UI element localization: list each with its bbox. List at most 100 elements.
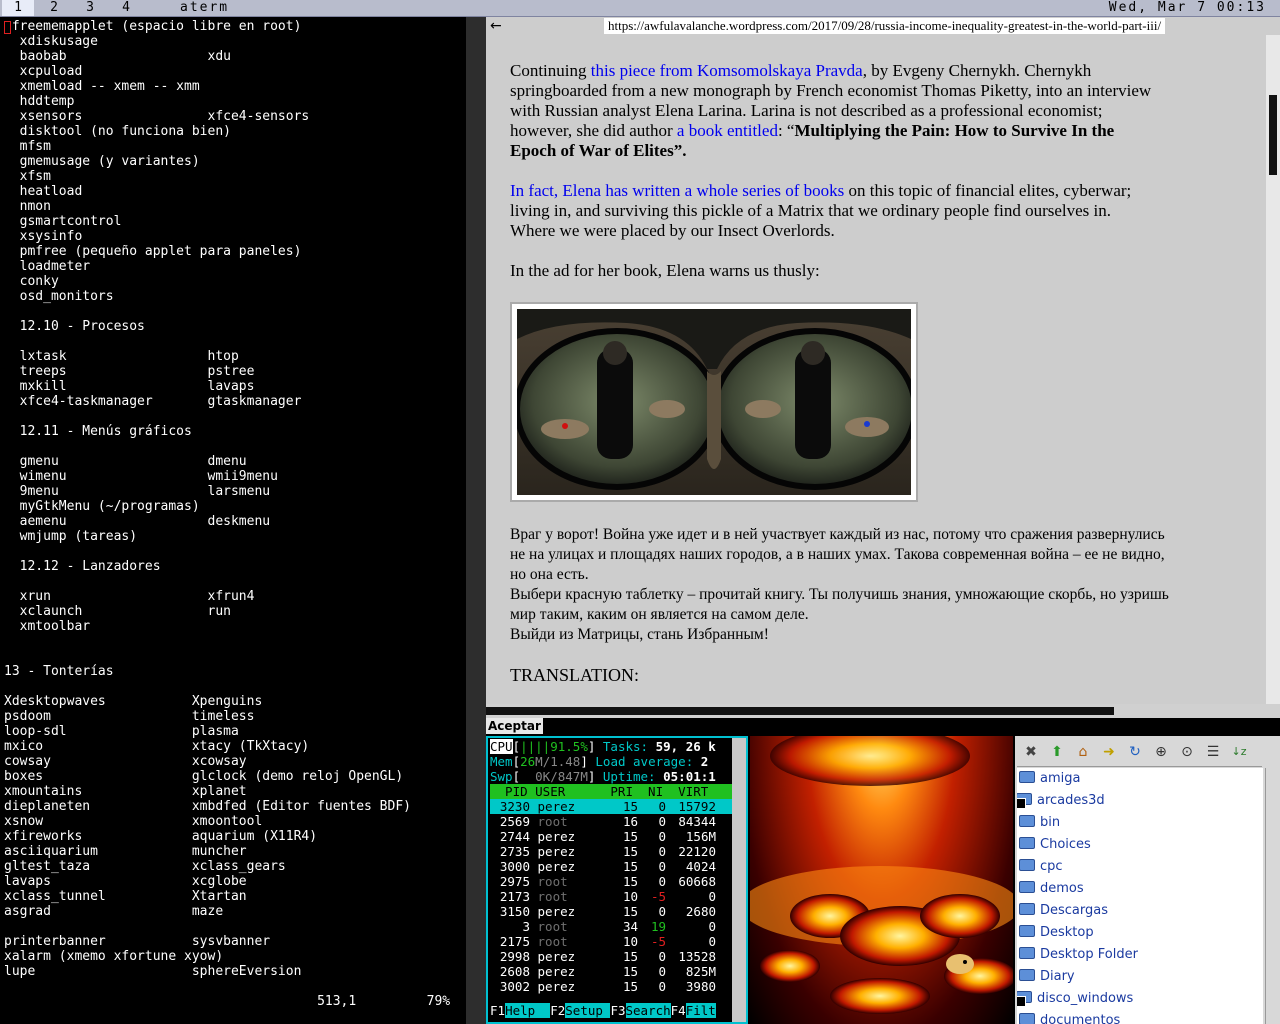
folder-icon [1019,859,1035,871]
horizontal-scrollbar[interactable] [486,704,1280,718]
fkey-action[interactable]: Filt [685,1003,716,1018]
fkey-label[interactable]: F3 [610,1003,625,1018]
process-row[interactable]: 2975 root 15 0 60668 [490,874,734,889]
russian-line: Выйди из Матрицы, стань Избранным! [510,626,769,643]
refresh-icon[interactable]: ↻ [1127,744,1143,760]
workspace-1[interactable]: 1 [2,0,34,16]
russian-line: Выбери красную таблетку – прочитай книгу… [510,586,1169,603]
process-row[interactable]: 2735 perez 15 0 22120 [490,844,734,859]
accept-button[interactable]: Aceptar [486,718,543,734]
folder-item[interactable]: demos [1019,878,1084,900]
top-panel: 1 2 3 4 aterm Wed, Mar 7 00:13 [0,0,1280,17]
fkey-label[interactable]: F2 [550,1003,565,1018]
fkey-label[interactable]: F1 [490,1003,505,1018]
workspace-2[interactable]: 2 [38,0,70,16]
htop-scrollbar[interactable] [732,738,746,1022]
komsomolskaya-link[interactable]: this piece from Komsomolskaya Pravda [591,61,863,80]
fkey-label[interactable]: F4 [671,1003,686,1018]
terminal-line: gmemusage (y variantes) [4,154,200,169]
zoom-in-icon[interactable]: ⊕ [1153,744,1169,760]
terminal-line: xclaunch run [4,604,231,619]
process-row[interactable]: 3002 perez 15 0 3980 [490,979,734,994]
process-row[interactable]: 2998 perez 15 0 13528 [490,949,734,964]
zoom-fit-icon[interactable]: ⊙ [1179,744,1195,760]
process-row[interactable]: 3000 perez 15 0 4024 [490,859,734,874]
paragraph-line: Epoch of War of Elites”. [510,141,1250,161]
terminal-cursor [4,21,11,34]
file-list[interactable]: amiga arcades3d bin Choices cpc demos Descarga… [1017,768,1263,1024]
pri-cell: 15 [622,874,638,889]
fkey-action[interactable]: Setup [565,1003,611,1018]
htop-window[interactable]: CPU[||||91.5%] Tasks: 59, 26 k Mem[26M/1… [486,736,748,1024]
process-row[interactable]: 3150 perez 15 0 2680 [490,904,734,919]
folder-icon [1019,881,1035,893]
process-row[interactable]: 2175 root 10 -5 0 [490,934,734,949]
ni-cell: 0 [658,964,666,979]
folder-item[interactable]: disco_windows [1017,988,1133,1010]
workspace-4[interactable]: 4 [110,0,142,16]
home-icon[interactable]: ⌂ [1075,744,1091,760]
terminal-line: lupe sphereEversion [4,964,302,979]
folder-item[interactable]: Diary [1019,966,1075,988]
text: , by Evgeny Chernykh. Chernykh [862,61,1092,80]
terminal-line: printerbanner sysvbanner [4,934,271,949]
ni-cell: 0 [658,844,666,859]
file-manager-toolbar: ✖ ⬆ ⌂ ➜ ↻ ⊕ ⊙ ☰ ↓z [1017,738,1262,767]
folder-item[interactable]: arcades3d [1017,790,1105,812]
close-icon[interactable]: ✖ [1023,744,1039,760]
folder-item[interactable]: Choices [1019,834,1091,856]
swp-value: 0K/847M [520,769,588,784]
terminal-line: heatload [4,184,83,199]
process-row[interactable]: 2569 root 16 0 84344 [490,814,734,829]
folder-item[interactable]: amiga [1019,768,1080,790]
forward-icon[interactable]: ➜ [1101,744,1117,760]
folder-item[interactable]: Desktop Folder [1019,944,1138,966]
scroll-thumb[interactable] [1269,95,1277,175]
terminal-line: mxkill lavaps [4,379,255,394]
fkey-action[interactable]: Help [505,1003,551,1018]
terminal-window[interactable]: freememapplet (espacio libre en root) xd… [0,17,466,1024]
sort-icon[interactable]: ↓z [1231,744,1247,760]
folder-name: arcades3d [1037,793,1105,808]
back-arrow-icon[interactable]: ← [490,17,502,35]
pid-cell: 3000 [492,859,530,874]
browser-window[interactable]: Dear Readers: Continuing this piece from… [486,17,1280,717]
url-bar: ← https://awfulavalanche.wordpress.com/2… [486,17,1280,35]
terminal-line: Xdesktopwaves Xpenguins [4,694,263,709]
pri-cell: 15 [622,949,638,964]
mem-bar: 26 [520,754,536,769]
process-row[interactable]: 2608 perez 15 0 825M [490,964,734,979]
russian-line: мир таким, каким он является на самом де… [510,606,809,623]
details-icon[interactable]: ☰ [1205,744,1221,760]
folder-item[interactable]: documentos [1019,1010,1120,1024]
pid-cell: 2173 [492,889,530,904]
scroll-thumb[interactable] [486,707,1114,715]
text: Continuing [510,61,591,80]
process-row[interactable]: 3230 perez 15 0 15792 [490,799,734,814]
process-row[interactable]: 2744 perez 15 0 156M [490,829,734,844]
file-list-scrollbar[interactable] [1265,768,1280,1024]
folder-icon [1019,925,1035,937]
terminal-line: xcpuload [4,64,83,79]
vertical-scrollbar[interactable] [1266,35,1280,717]
process-row[interactable]: 3 root 34 19 0 [490,919,734,934]
folder-item[interactable]: Desktop [1019,922,1094,944]
terminal-line: xfireworks aquarium (X11R4) [4,829,318,844]
file-manager-window[interactable]: ✖ ⬆ ⌂ ➜ ↻ ⊕ ⊙ ☰ ↓z amiga arcades3d bin Choi… [1013,736,1280,1024]
up-arrow-icon[interactable]: ⬆ [1049,744,1065,760]
russian-line: не на улицах и площадях наших городов, а… [510,546,1165,563]
pid-cell: 3002 [492,979,530,994]
url-field[interactable]: https://awfulavalanche.wordpress.com/201… [604,18,1166,34]
series-of-books-link[interactable]: In fact, Elena has written a whole serie… [510,181,844,200]
pri-cell: 15 [622,844,638,859]
terminal-line: 9menu larsmenu [4,484,271,499]
terminal-line: conky [4,274,59,289]
folder-item[interactable]: Descargas [1019,900,1108,922]
fkey-action[interactable]: Search [625,1003,671,1018]
workspace-3[interactable]: 3 [74,0,106,16]
folder-item[interactable]: bin [1019,812,1060,834]
book-link[interactable]: a book entitled [677,121,778,140]
browser-status-bar: Aceptar [486,718,1280,734]
process-row[interactable]: 2173 root 10 -5 0 [490,889,734,904]
folder-item[interactable]: cpc [1019,856,1063,878]
